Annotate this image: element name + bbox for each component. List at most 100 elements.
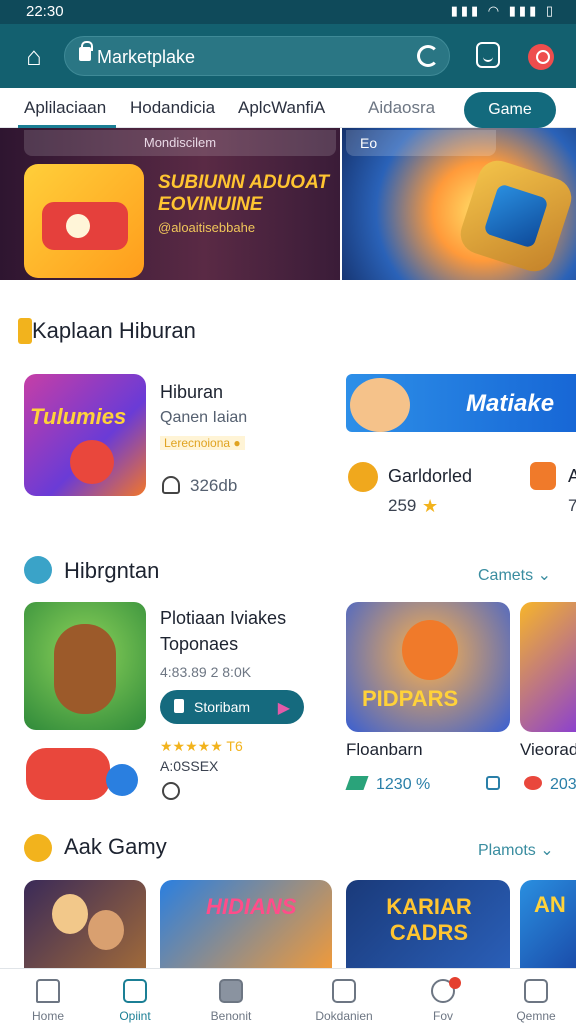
cat-mascot-art [402, 620, 458, 680]
tag-icon [345, 776, 369, 790]
mascot-art [350, 378, 410, 432]
nav-label: Dokdanien [315, 1009, 373, 1023]
game-card-kariar[interactable]: KARIAR CADRS [346, 880, 510, 970]
bottom-nav: Home Opiint Benonit Dokdanien Fov Qemne [0, 968, 576, 1024]
app-rating: 259 [388, 496, 417, 515]
app-bar: ⌂ Marketplake [0, 24, 576, 88]
hero-chip: Mondiscilem [24, 130, 336, 156]
tab-aplilaciaan[interactable]: Aplilaciaan [17, 98, 117, 128]
app-name-cut[interactable]: A [568, 466, 576, 487]
app-stars: ★★★★★ T6 [160, 738, 243, 754]
see-more-label: Camets [478, 567, 534, 584]
nav-benonit[interactable]: Benonit [183, 969, 279, 1024]
section-title: Hibrgntan [64, 558, 160, 583]
game-controller-art [24, 164, 144, 278]
hero-banner-right[interactable]: Eo [342, 128, 576, 280]
heart-icon [524, 776, 542, 790]
smiley-icon[interactable] [476, 42, 500, 68]
game-card-friends[interactable] [24, 880, 146, 970]
game-card-hidians[interactable]: HIDIANS [160, 880, 332, 970]
clock: 22:30 [26, 3, 64, 20]
hero-headline: SUBIUNN ADUOAT EOVINUINE [158, 172, 329, 215]
app-name[interactable]: Hiburan [160, 382, 223, 403]
brush-icon [24, 556, 52, 584]
game-price: 203 [550, 776, 576, 793]
app-tag: Lerecnoiona ● [160, 436, 245, 450]
app-meta: 4:83.89 2 8:0K [160, 664, 252, 680]
tab-aplcwanfia[interactable]: AplcWanfiA [238, 98, 325, 118]
game-card-pidpars[interactable]: PIDPARS [346, 602, 510, 732]
cat-mascot-art [70, 440, 114, 484]
banner-text: Matiake [466, 390, 555, 417]
home-icon[interactable]: ⌂ [18, 40, 50, 72]
app-sub-meta: A:0SSEX [160, 758, 219, 774]
play-icon: ▶ [277, 700, 290, 717]
status-bar: 22:30 ▮▮▮ ◠ ▮▮▮ ▯ [0, 0, 576, 24]
nav-dokdanien[interactable]: Dokdanien [296, 969, 392, 1024]
game-name[interactable]: Floanbarn [346, 740, 423, 760]
game-name[interactable]: Vieorad [520, 740, 576, 760]
download-count: 326db [190, 476, 238, 495]
cart-icon[interactable] [486, 776, 500, 790]
game-card-cut[interactable]: AN [520, 880, 576, 970]
install-button[interactable]: Storibam ▶ [160, 690, 304, 724]
nav-opiint[interactable]: Opiint [87, 969, 183, 1024]
game-price: 1230 % [376, 776, 431, 793]
app-banner-matiake[interactable]: Matiake [346, 374, 576, 432]
profile-icon[interactable] [528, 44, 554, 70]
status-icons: ▮▮▮ ◠ ▮▮▮ ▯ [450, 3, 556, 18]
app-logo [348, 462, 378, 492]
nav-label: Benonit [210, 1009, 252, 1023]
tab-hodandicia[interactable]: Hodandicia [130, 98, 215, 118]
search-bar[interactable]: Marketplake [64, 36, 450, 76]
app-rating-cut: 7 [568, 496, 576, 515]
card-art-text: AN [534, 892, 566, 917]
tab-aidaosra[interactable]: Aidaosra [368, 98, 435, 118]
app-name-line2: Toponaes [160, 634, 239, 654]
card-art-text: KARIAR CADRS [386, 894, 472, 945]
search-text: Marketplake [97, 47, 196, 67]
app-icon-text: Tulumies [30, 404, 127, 429]
nav-label: Qemne [516, 1009, 556, 1023]
tab-game-button[interactable]: Game [464, 92, 556, 128]
section-title: Aak Gamy [64, 834, 167, 859]
see-more-link[interactable]: Camets ⌄ [478, 565, 551, 585]
nav-label: Home [31, 1009, 64, 1023]
bear-mascot-art [54, 624, 116, 714]
nav-qemne[interactable]: Qemne [488, 969, 576, 1024]
hero-banner-left[interactable]: Mondiscilem SUBIUNN ADUOAT EOVINUINE @al… [0, 128, 340, 280]
character-art [88, 910, 124, 950]
home-icon [36, 979, 60, 1003]
game-card-cut[interactable] [520, 602, 576, 732]
tablet-icon [219, 979, 243, 1003]
reload-icon[interactable] [417, 45, 439, 67]
list-icon [123, 979, 147, 1003]
app-icon-bear[interactable] [24, 602, 146, 730]
card-art-text: PIDPARS [362, 686, 459, 711]
app-name[interactable]: Garldorled [388, 466, 472, 487]
star-icon [18, 318, 32, 344]
chat-icon [106, 764, 138, 796]
hero-carousel: Mondiscilem SUBIUNN ADUOAT EOVINUINE @al… [0, 128, 576, 280]
notification-badge [449, 977, 461, 989]
download-icon [174, 699, 184, 713]
nav-label: Opiint [119, 1009, 151, 1023]
clock-icon [162, 782, 180, 800]
nav-fov[interactable]: Fov [395, 969, 491, 1024]
nav-home[interactable]: Home [0, 969, 96, 1024]
hero-subline: @aloaitisebbahe [158, 220, 256, 235]
star-icon: ★ [422, 496, 439, 516]
character-art [52, 894, 88, 934]
see-more-label: Plamots [478, 842, 536, 859]
smiley-icon [524, 979, 548, 1003]
section-title: Kaplaan Hiburan [32, 318, 196, 343]
app-icon-tulumies[interactable]: Tulumies [24, 374, 146, 496]
store-icon [332, 979, 356, 1003]
see-more-link[interactable]: Plamots ⌄ [478, 840, 554, 860]
app-name[interactable]: Plotiaan Iviakes [160, 608, 286, 629]
nav-label: Fov [432, 1009, 453, 1023]
user-icon [162, 476, 180, 494]
hero-chip: Eo [346, 130, 496, 156]
app-subtitle: Qanen Iaian [160, 409, 248, 426]
app-logo [530, 462, 556, 490]
